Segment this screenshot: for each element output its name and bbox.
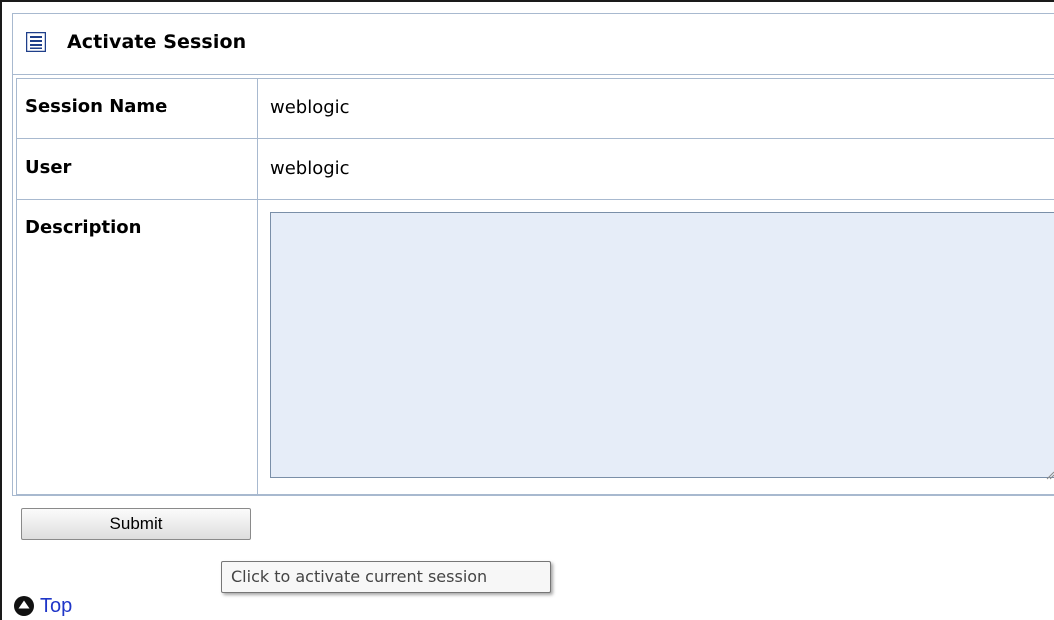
panel-title: Activate Session <box>67 31 247 53</box>
submit-tooltip: Click to activate current session <box>221 561 551 593</box>
session-name-value: weblogic <box>270 97 350 118</box>
column-divider <box>257 139 258 199</box>
column-divider <box>257 200 258 494</box>
list-icon <box>25 31 47 53</box>
top-link-label: Top <box>40 594 73 617</box>
top-link[interactable]: Top <box>14 594 72 618</box>
submit-button[interactable]: Submit <box>21 508 251 540</box>
up-arrow-circle-icon <box>14 596 34 616</box>
column-divider <box>257 79 258 138</box>
session-name-row: Session Name weblogic <box>16 78 1054 139</box>
description-label: Description <box>25 217 142 238</box>
form-table: Session Name weblogic User weblogic Desc… <box>16 78 1054 495</box>
session-name-label: Session Name <box>25 96 168 117</box>
user-row: User weblogic <box>16 138 1054 200</box>
user-label: User <box>25 157 72 178</box>
description-row: Description <box>16 199 1054 495</box>
user-value: weblogic <box>270 158 350 179</box>
activate-session-panel: Activate Session Session Name weblogic U… <box>12 13 1054 496</box>
panel-header: Activate Session <box>13 14 1054 75</box>
description-textarea[interactable] <box>270 212 1054 478</box>
resize-grip-icon[interactable] <box>1045 465 1054 480</box>
